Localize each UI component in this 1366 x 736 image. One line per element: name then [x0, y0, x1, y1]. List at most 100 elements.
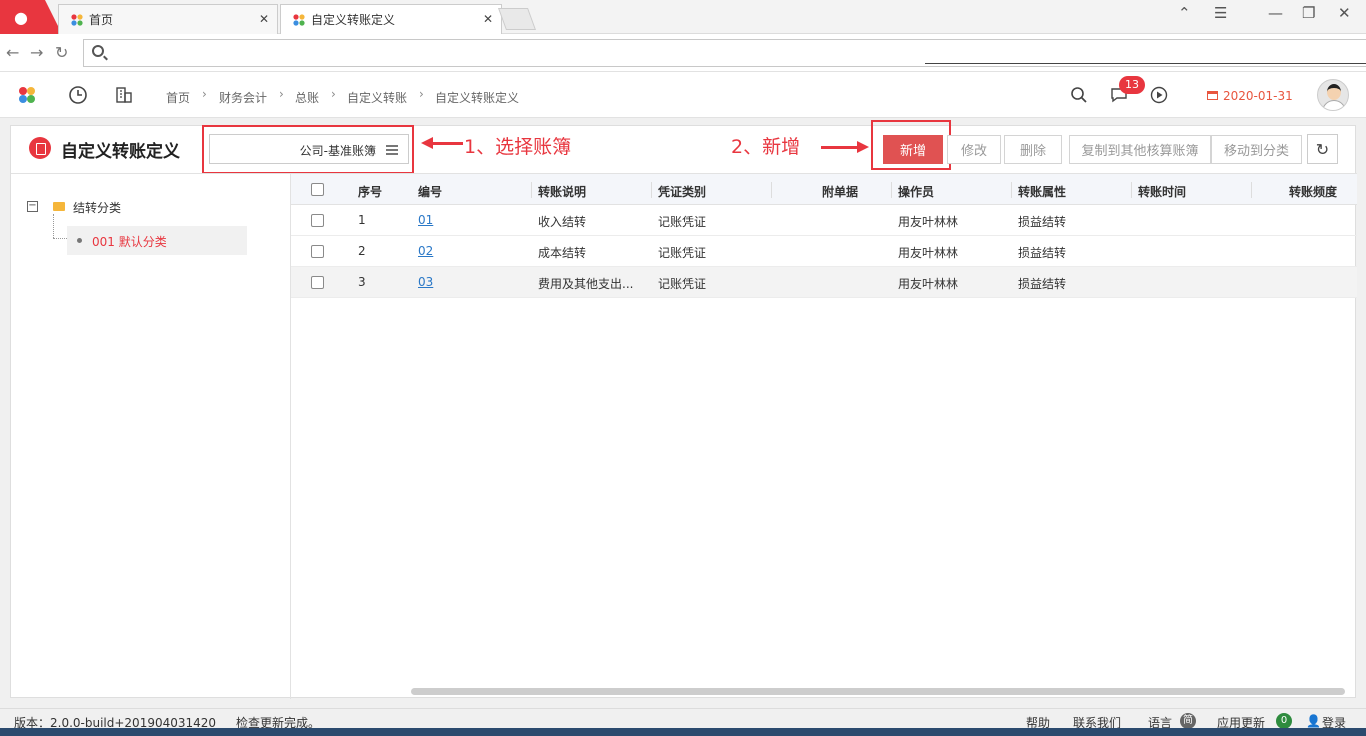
- breadcrumb-item[interactable]: 自定义转账: [347, 89, 407, 106]
- message-count-badge: 13: [1119, 76, 1145, 94]
- table-row[interactable]: 3 03 费用及其他支出... 记账凭证 用友叶林林 损益结转: [291, 267, 1357, 298]
- cell-code-link[interactable]: 01: [418, 213, 433, 227]
- cell-attr: 损益结转: [1018, 215, 1067, 229]
- tree-node-label: 001 默认分类: [92, 235, 167, 249]
- tab-label: 首页: [89, 13, 114, 27]
- row-checkbox[interactable]: [311, 276, 324, 289]
- tree-line: [53, 238, 67, 239]
- reload-icon[interactable]: ↻: [55, 43, 68, 62]
- tree-root[interactable]: 结转分类: [73, 199, 121, 216]
- search-icon[interactable]: [1070, 86, 1088, 107]
- cell-voucher: 记账凭证: [658, 215, 707, 229]
- main-card: 自定义转账定义 公司-基准账簿 1、选择账簿 2、新增 新增 修改 删除 复制到…: [10, 120, 1357, 699]
- column-header[interactable]: 编号: [418, 183, 442, 200]
- column-header[interactable]: 转账时间: [1138, 183, 1186, 200]
- new-tab-button[interactable]: [497, 8, 537, 30]
- close-window-icon[interactable]: ✕: [1338, 4, 1351, 22]
- column-header[interactable]: 凭证类别: [658, 183, 706, 200]
- breadcrumb-item[interactable]: 首页: [166, 89, 190, 106]
- cell-operator: 用友叶林林: [898, 215, 959, 229]
- tab-custom-transfer[interactable]: 自定义转账定义 ✕: [280, 4, 502, 34]
- user-icon: 👤: [1306, 714, 1321, 728]
- move-to-category-button[interactable]: 移动到分类: [1211, 135, 1302, 164]
- cell-code-link[interactable]: 02: [418, 244, 433, 258]
- table-row[interactable]: 2 02 成本结转 记账凭证 用友叶林林 损益结转: [291, 236, 1357, 267]
- app-grid-icon: [71, 13, 83, 26]
- column-header[interactable]: 转账频度: [1289, 183, 1337, 200]
- language-badge: 简: [1180, 713, 1196, 729]
- forward-icon[interactable]: →: [30, 43, 43, 62]
- browser-tab-bar: ● 首页 ✕ 自定义转账定义 ✕ ⌃ ☰ — ❐ ✕: [0, 0, 1366, 34]
- app-header: 首页 › 财务会计 › 总账 › 自定义转账 › 自定义转账定义 13 2020…: [0, 72, 1366, 118]
- play-icon[interactable]: [1150, 86, 1168, 107]
- cell-code-link[interactable]: 03: [418, 275, 433, 289]
- building-icon[interactable]: [115, 86, 133, 107]
- restore-icon[interactable]: ❐: [1302, 4, 1315, 22]
- back-icon[interactable]: ←: [6, 43, 19, 62]
- add-button[interactable]: 新增: [883, 135, 943, 164]
- select-all-checkbox[interactable]: [311, 183, 324, 196]
- close-icon[interactable]: ✕: [483, 12, 493, 26]
- avatar[interactable]: [1317, 79, 1349, 111]
- transfer-grid: 序号 编号 转账说明 凭证类别 附单据 操作员 转账属性 转账时间 转账频度 1…: [291, 173, 1357, 699]
- arrow-right-icon: [821, 141, 869, 153]
- column-header[interactable]: 转账说明: [538, 183, 586, 200]
- bullet-icon: [77, 238, 82, 243]
- history-icon[interactable]: [68, 85, 88, 108]
- chevron-right-icon: ›: [419, 87, 424, 101]
- browser-logo-icon: ●: [0, 0, 62, 34]
- cell-seq: 3: [358, 275, 366, 289]
- grid-header: 序号 编号 转账说明 凭证类别 附单据 操作员 转账属性 转账时间 转账频度: [291, 173, 1357, 205]
- copy-to-book-button[interactable]: 复制到其他核算账簿: [1069, 135, 1211, 164]
- column-header[interactable]: 序号: [358, 183, 382, 200]
- login-date[interactable]: 2020-01-31: [1223, 89, 1293, 103]
- minimize-icon[interactable]: —: [1268, 4, 1283, 22]
- cell-desc: 成本结转: [538, 246, 587, 260]
- cell-operator: 用友叶林林: [898, 246, 959, 260]
- os-taskbar: [0, 728, 1366, 736]
- menu-icon[interactable]: ☰: [1214, 4, 1227, 22]
- cell-seq: 1: [358, 213, 366, 227]
- horizontal-scrollbar[interactable]: [411, 688, 1345, 695]
- close-icon[interactable]: ✕: [259, 12, 269, 26]
- cell-attr: 损益结转: [1018, 277, 1067, 291]
- annotation-select-book: 1、选择账簿: [464, 136, 572, 158]
- row-checkbox[interactable]: [311, 214, 324, 227]
- tree-node-default[interactable]: 001 默认分类: [67, 226, 247, 255]
- chevron-right-icon: ›: [202, 87, 207, 101]
- collapse-icon[interactable]: −: [27, 201, 38, 212]
- breadcrumb-item[interactable]: 总账: [295, 89, 319, 106]
- column-header[interactable]: 转账属性: [1018, 183, 1066, 200]
- address-bar: ← → ↻: [0, 34, 1366, 72]
- divider: [925, 63, 1366, 64]
- search-icon: [92, 45, 104, 57]
- delete-button[interactable]: 删除: [1004, 135, 1062, 164]
- folder-icon: [53, 202, 65, 211]
- tab-home[interactable]: 首页 ✕: [58, 4, 278, 34]
- highlight-frame: [202, 125, 414, 174]
- chevron-up-icon[interactable]: ⌃: [1178, 4, 1191, 22]
- app-grid-icon[interactable]: [18, 86, 36, 107]
- page-title: 自定义转账定义: [61, 142, 180, 162]
- edit-button[interactable]: 修改: [947, 135, 1001, 164]
- chevron-right-icon: ›: [279, 87, 284, 101]
- tree-line: [53, 214, 54, 238]
- update-count-badge: 0: [1276, 713, 1292, 729]
- cell-desc: 费用及其他支出...: [538, 277, 634, 291]
- app-grid-icon: [293, 13, 305, 26]
- breadcrumb-current: 自定义转账定义: [435, 91, 520, 105]
- tab-label: 自定义转账定义: [311, 13, 396, 27]
- breadcrumb-item[interactable]: 财务会计: [219, 89, 267, 106]
- arrow-left-icon: [421, 137, 463, 149]
- cell-voucher: 记账凭证: [658, 246, 707, 260]
- column-header[interactable]: 附单据: [822, 183, 858, 200]
- calendar-icon: [1206, 89, 1219, 104]
- row-checkbox[interactable]: [311, 245, 324, 258]
- table-row[interactable]: 1 01 收入结转 记账凭证 用友叶林林 损益结转: [291, 205, 1357, 236]
- refresh-icon[interactable]: ↻: [1307, 134, 1338, 164]
- cell-attr: 损益结转: [1018, 246, 1067, 260]
- cell-operator: 用友叶林林: [898, 277, 959, 291]
- column-header[interactable]: 操作员: [898, 183, 934, 200]
- document-icon: [29, 137, 51, 159]
- cell-voucher: 记账凭证: [658, 277, 707, 291]
